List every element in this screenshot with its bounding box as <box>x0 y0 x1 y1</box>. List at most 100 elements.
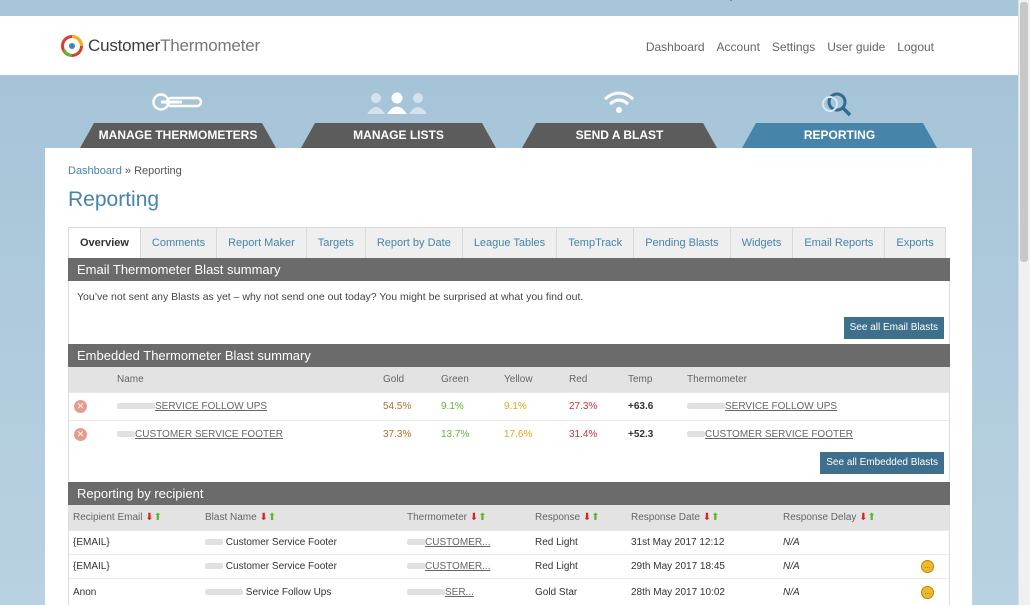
nav-account-link[interactable]: Account <box>717 40 760 54</box>
recipient-report-heading: Reporting by recipient <box>68 482 950 505</box>
page-title: Reporting <box>68 188 160 211</box>
recipient-email: Anon <box>73 587 97 598</box>
tab-manage-lists[interactable]: MANAGE LISTS <box>301 123 496 148</box>
tab-league-tables[interactable]: League Tables <box>462 227 558 259</box>
col-response[interactable]: Response ⬇⬆ <box>535 505 600 530</box>
tab-report-maker[interactable]: Report Maker <box>217 227 307 259</box>
response-delay: N/A <box>783 587 800 598</box>
response-date: 29th May 2017 18:45 <box>631 561 725 572</box>
delete-icon[interactable]: ✕ <box>74 400 87 413</box>
tab-exports[interactable]: Exports <box>885 227 946 259</box>
email-summary-section: Email Thermometer Blast summary You’ve n… <box>68 258 950 344</box>
col-response-delay[interactable]: Response Delay ⬇⬆ <box>783 505 876 530</box>
breadcrumb-separator: » <box>124 165 132 177</box>
col-thermometer: Thermometer <box>687 374 748 385</box>
red-value: 31.4% <box>569 429 598 440</box>
col-gold: Gold <box>383 374 405 385</box>
response-delay: N/A <box>783 561 800 572</box>
recipient-email: {EMAIL} <box>73 561 110 572</box>
tab-widgets[interactable]: Widgets <box>730 227 794 259</box>
blast-name-link[interactable]: SERVICE FOLLOW UPS <box>117 393 267 420</box>
recipient-email: {EMAIL} <box>73 537 110 548</box>
table-row: {EMAIL} Customer Service Footer CUSTOMER… <box>69 530 949 554</box>
yellow-value: 9.1% <box>504 401 527 412</box>
blast-name: Customer Service Footer <box>205 531 337 554</box>
embedded-table-header: Name Gold Green Yellow Red Temp Thermome… <box>69 367 949 392</box>
site-header: CustomerThermometer Dashboard Account Se… <box>0 16 1018 75</box>
tab-manage-thermometers[interactable]: MANAGE THERMOMETERS <box>80 123 276 148</box>
logo-icon <box>61 35 83 57</box>
tab-targets[interactable]: Targets <box>306 227 366 259</box>
col-name: Name <box>117 374 144 385</box>
response: Red Light <box>535 561 578 572</box>
nav-logout-link[interactable]: Logout <box>897 40 934 54</box>
col-blast-name[interactable]: Blast Name ⬇⬆ <box>205 505 276 530</box>
green-value: 13.7% <box>441 429 470 440</box>
embedded-summary-heading: Embedded Thermometer Blast summary <box>68 344 950 367</box>
table-row: {EMAIL} Customer Service Footer CUSTOMER… <box>69 554 949 578</box>
gold-value: 54.5% <box>383 401 412 412</box>
embedded-summary-section: Embedded Thermometer Blast summary Name … <box>68 344 950 481</box>
thermometer-link[interactable]: SER... <box>407 579 474 605</box>
nav-settings-link[interactable]: Settings <box>772 40 815 54</box>
content-panel: Dashboard » Reporting Reporting Overview… <box>45 148 972 605</box>
thermometer-link[interactable]: CUSTOMER... <box>407 531 490 554</box>
tab-send-a-blast[interactable]: SEND A BLAST <box>522 123 717 148</box>
thermometer-icon <box>152 93 203 111</box>
response-date: 28th May 2017 10:02 <box>631 587 725 598</box>
tab-comments[interactable]: Comments <box>140 227 218 259</box>
see-all-embedded-blasts-button[interactable]: See all Embedded Blasts <box>820 452 944 474</box>
breadcrumb-current: Reporting <box>134 165 182 177</box>
tab-reporting[interactable]: REPORTING <box>742 123 937 148</box>
report-tabs: Overview Comments Report Maker Targets R… <box>68 227 946 259</box>
tab-temptrack[interactable]: TempTrack <box>557 227 635 259</box>
tab-report-by-date[interactable]: Report by Date <box>365 227 463 259</box>
blast-name: Customer Service Footer <box>205 555 337 578</box>
delete-icon[interactable]: ✕ <box>74 428 87 441</box>
red-value: 27.3% <box>569 401 598 412</box>
temp-value: +52.3 <box>628 429 654 440</box>
see-all-email-blasts-button[interactable]: See all Email Blasts <box>843 317 944 339</box>
thermometer-link[interactable]: CUSTOMER... <box>407 555 490 578</box>
logo-text: CustomerThermometer <box>88 36 260 55</box>
breadcrumb: Dashboard » Reporting <box>68 165 182 177</box>
col-red: Red <box>569 374 588 385</box>
temp-value: +63.6 <box>628 401 654 412</box>
nav-user-guide-link[interactable]: User guide <box>827 40 885 54</box>
top-strip <box>0 0 1018 16</box>
comment-icon[interactable]: … <box>921 586 934 599</box>
scrollbar-thumb[interactable] <box>1020 2 1028 262</box>
col-thermometer[interactable]: Thermometer ⬇⬆ <box>407 505 487 530</box>
table-row: ✕ CUSTOMER SERVICE FOOTER 37.3% 13.7% 17… <box>69 420 949 448</box>
col-yellow: Yellow <box>504 374 533 385</box>
col-temp: Temp <box>628 374 653 385</box>
col-green: Green <box>441 374 469 385</box>
blast-name-link[interactable]: CUSTOMER SERVICE FOOTER <box>117 421 283 448</box>
response: Red Light <box>535 537 578 548</box>
comment-icon[interactable]: … <box>921 560 934 573</box>
recipient-report-section: Reporting by recipient Recipient Email ⬇… <box>68 482 950 605</box>
page-scrollbar[interactable] <box>1018 0 1030 605</box>
people-icon <box>367 92 427 114</box>
magnifier-icon <box>822 92 852 117</box>
response: Gold Star <box>535 587 578 598</box>
tab-overview[interactable]: Overview <box>68 227 141 259</box>
breadcrumb-dashboard-link[interactable]: Dashboard <box>68 165 122 177</box>
logo[interactable]: CustomerThermometer <box>60 34 260 58</box>
email-summary-heading: Email Thermometer Blast summary <box>68 258 950 281</box>
response-date: 31st May 2017 12:12 <box>631 537 725 548</box>
table-row: Anon Service Follow Ups SER... Gold Star… <box>69 578 949 605</box>
table-row: ✕ SERVICE FOLLOW UPS 54.5% 9.1% 9.1% 27.… <box>69 392 949 420</box>
green-value: 9.1% <box>441 401 464 412</box>
thermometer-link[interactable]: CUSTOMER SERVICE FOOTER <box>687 421 853 448</box>
recipient-table-header: Recipient Email ⬇⬆ Blast Name ⬇⬆ Thermom… <box>69 505 949 530</box>
tab-email-reports[interactable]: Email Reports <box>793 227 886 259</box>
col-recipient-email[interactable]: Recipient Email ⬇⬆ <box>73 505 162 530</box>
thermometer-link[interactable]: SERVICE FOLLOW UPS <box>687 393 837 420</box>
blast-name: Service Follow Ups <box>205 579 331 605</box>
wifi-icon <box>604 91 634 113</box>
col-response-date[interactable]: Response Date ⬇⬆ <box>631 505 720 530</box>
response-delay: N/A <box>783 537 800 548</box>
nav-dashboard-link[interactable]: Dashboard <box>646 40 705 54</box>
tab-pending-blasts[interactable]: Pending Blasts <box>634 227 731 259</box>
